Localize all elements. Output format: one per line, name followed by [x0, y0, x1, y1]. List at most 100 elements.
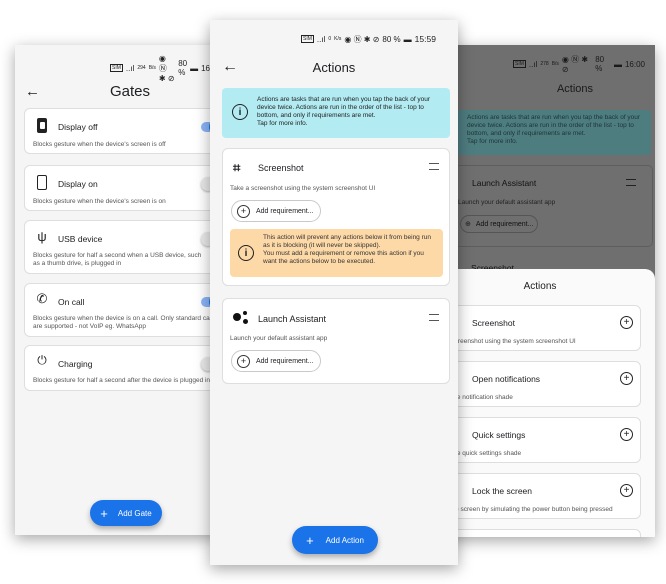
sim-icon: SIM	[301, 35, 314, 43]
action-description: Launch your default assistant app	[458, 199, 556, 206]
action-description: Take a screenshot using the system scree…	[230, 185, 376, 192]
back-arrow-icon[interactable]: ←	[222, 58, 238, 76]
gate-label: Display off	[58, 122, 98, 132]
sheet-title: Actions	[523, 281, 557, 292]
add-gate-button[interactable]: + Add Gate	[90, 500, 162, 526]
plus-circle-icon: ⊕	[465, 221, 471, 228]
status-bar: SIM ..ıl 278 B/s ◉ Ⓝ ✱ ⊘ 80 % ▬ 16:00	[445, 47, 655, 81]
add-requirement-button[interactable]: + Add requirement...	[231, 350, 321, 372]
action-name: Launch Assistant	[472, 178, 537, 188]
clock: 16	[201, 63, 210, 73]
gate-label: Display on	[58, 179, 98, 189]
actions-screen: SIM ..ıl 0 K/s ◉ Ⓝ ✱ ⊘ 80 % ▬ 15:59 ← Ac…	[210, 20, 458, 565]
blocking-warning: i This action will prevent any actions b…	[230, 229, 443, 277]
add-action-button[interactable]: + Add Action	[292, 526, 378, 554]
action-name: Screenshot	[258, 163, 304, 173]
warning-text: This action will prevent any actions bel…	[263, 234, 431, 265]
assistant-icon	[233, 311, 249, 325]
drag-handle-icon[interactable]	[429, 314, 439, 321]
speed-unit: B/s	[148, 65, 156, 71]
action-card-launch-assistant[interactable]: Launch Assistant Launch your default ass…	[222, 298, 450, 384]
gate-description: Blocks gesture when the device's screen …	[33, 141, 166, 148]
page-title: Actions	[312, 59, 356, 75]
sheet-item-partial[interactable]	[445, 529, 641, 537]
gate-description: Blocks gesture when the device's screen …	[33, 198, 166, 205]
plus-icon: +	[100, 505, 108, 521]
sheet-item-lock-screen[interactable]: Lock the screen + , the screen by simula…	[445, 473, 641, 519]
gate-card-display-on[interactable]: Display on Blocks gesture when the devic…	[24, 165, 220, 211]
sheet-item-quick-settings[interactable]: Quick settings + n the quick settings sh…	[445, 417, 641, 463]
sim-icon: SIM	[110, 64, 123, 72]
signal-icon: ..ıl	[528, 59, 538, 69]
gate-label: USB device	[58, 234, 103, 244]
action-picker-sheet: Actions Screenshot + a screenshot using …	[445, 269, 655, 537]
add-requirement-label: Add requirement...	[256, 357, 314, 365]
action-name: Lock the screen	[472, 486, 533, 496]
plug-icon: ⏻	[37, 353, 47, 367]
action-name: Screenshot	[472, 318, 515, 328]
sim-icon: SIM	[513, 60, 526, 68]
add-requirement-button[interactable]: ⊕ Add requirement...	[460, 215, 538, 233]
gate-card-charging[interactable]: ⏻ Charging Blocks gesture for half a sec…	[24, 345, 220, 391]
info-text: Actions are tasks that are run when you …	[257, 96, 431, 127]
gate-label: On call	[58, 297, 85, 307]
phone-on-icon	[37, 175, 47, 190]
phone-off-icon	[37, 118, 47, 133]
gates-screen: SIM ..ıl 294 B/s ◉ Ⓝ ✱ ⊘ 80 % ▬ 16 ← Gat…	[15, 45, 220, 535]
add-action-label: Add Action	[325, 535, 364, 545]
clock: 16:00	[624, 59, 645, 69]
info-icon: i	[232, 104, 248, 120]
action-description: a screenshot using the system screenshot…	[446, 338, 576, 345]
action-description: , the screen by simulating the power but…	[446, 506, 613, 513]
info-text: Actions are tasks that are run when you …	[467, 114, 641, 145]
action-name: Launch Assistant	[258, 314, 327, 324]
add-circle-icon[interactable]: +	[620, 316, 633, 329]
info-banner[interactable]: Actions are tasks that are run when you …	[455, 110, 651, 155]
screenshot-icon: ⌗	[233, 160, 241, 175]
status-bar: SIM ..ıl 294 B/s ◉ Ⓝ ✱ ⊘ 80 % ▬ 16	[15, 51, 220, 85]
back-arrow-icon[interactable]: ←	[25, 83, 40, 100]
gate-description: Blocks gesture when the device is on a c…	[33, 315, 216, 330]
speed-unit: B/s	[551, 61, 559, 67]
page-title: Gates	[109, 82, 151, 100]
plus-circle-icon: +	[237, 204, 250, 218]
action-description: Launch your default assistant app	[230, 335, 328, 342]
drag-handle-icon[interactable]	[429, 163, 439, 170]
sheet-item-screenshot[interactable]: Screenshot + a screenshot using the syst…	[445, 305, 641, 351]
speed-unit: K/s	[334, 36, 342, 42]
clock: 15:59	[414, 34, 436, 44]
gate-label: Charging	[58, 359, 93, 369]
sheet-item-open-notifications[interactable]: Open notifications + n the notification …	[445, 361, 641, 407]
battery-text: 80 %	[178, 59, 188, 77]
status-icons: ◉ Ⓝ ✱ ⊘	[344, 34, 380, 44]
gate-card-display-off[interactable]: Display off Blocks gesture when the devi…	[24, 108, 220, 154]
battery-text: 80 %	[595, 55, 605, 73]
plus-icon: +	[306, 532, 314, 548]
action-name: Quick settings	[472, 430, 526, 440]
info-banner[interactable]: i Actions are tasks that are run when yo…	[222, 88, 450, 138]
info-icon: i	[238, 245, 254, 261]
add-circle-icon[interactable]: +	[620, 484, 633, 497]
gate-card-usb-device[interactable]: ψ USB device Blocks gesture for half a s…	[24, 220, 220, 274]
add-requirement-button[interactable]: + Add requirement...	[231, 200, 321, 222]
speed-value: 278	[540, 61, 549, 67]
add-circle-icon[interactable]: +	[620, 372, 633, 385]
add-requirement-label: Add requirement...	[256, 207, 314, 215]
app-bar: ← Gates	[15, 81, 220, 101]
add-circle-icon[interactable]: +	[620, 428, 633, 441]
status-bar: SIM ..ıl 0 K/s ◉ Ⓝ ✱ ⊘ 80 % ▬ 15:59	[210, 22, 458, 56]
battery-icon: ▬	[613, 59, 622, 69]
drag-handle-icon[interactable]	[626, 179, 636, 186]
signal-icon: ..ıl	[316, 34, 326, 44]
gate-card-on-call[interactable]: ✆ On call Blocks gesture when the device…	[24, 283, 220, 337]
page-title: Actions	[556, 83, 594, 95]
usb-icon: ψ	[37, 229, 47, 244]
action-card-launch-assistant[interactable]: Launch Assistant Launch your default ass…	[455, 165, 653, 247]
actions-picker-screen: SIM ..ıl 278 B/s ◉ Ⓝ ✱ ⊘ 80 % ▬ 16:00 Ac…	[445, 45, 655, 537]
action-card-screenshot[interactable]: ⌗ Screenshot Take a screenshot using the…	[222, 148, 450, 286]
signal-icon: ..ıl	[125, 63, 135, 73]
battery-icon: ▬	[403, 34, 412, 44]
speed-value: 294	[137, 65, 146, 71]
battery-text: 80 %	[382, 34, 401, 44]
gate-description: Blocks gesture for half a second when a …	[33, 252, 202, 267]
